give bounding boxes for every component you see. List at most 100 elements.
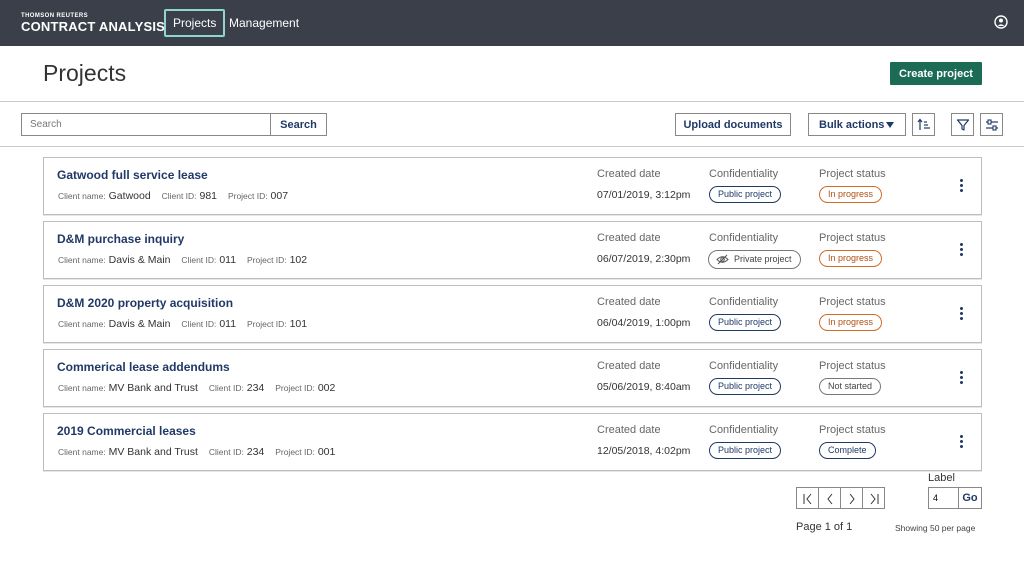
client-id-label: Client ID: [181, 319, 217, 329]
upload-documents-button[interactable]: Upload documents [675, 113, 791, 136]
client-name-label: Client name: [58, 255, 106, 265]
project-meta: Client name: Gatwood Client ID: 981 Proj… [58, 190, 288, 202]
confidentiality-label: Confidentiality [709, 168, 779, 180]
client-name-value: Davis & Main [108, 318, 171, 330]
project-id-label: Project ID: [275, 383, 315, 393]
project-card[interactable]: D&M purchase inquiry Client name: Davis … [43, 221, 982, 279]
project-status-label: Project status [819, 424, 886, 436]
project-status-label: Project status [819, 232, 886, 244]
client-id-label: Client ID: [181, 255, 217, 265]
project-status-label: Project status [819, 360, 886, 372]
nav-tab-projects[interactable]: Projects [164, 9, 226, 37]
more-options-icon[interactable] [958, 371, 964, 387]
brand-product: CONTRACT ANALYSIS [21, 19, 166, 34]
client-id-label: Client ID: [161, 191, 197, 201]
more-options-icon[interactable] [958, 435, 964, 451]
project-status-label: Project status [819, 168, 886, 180]
create-project-button[interactable]: Create project [890, 62, 982, 85]
project-meta: Client name: MV Bank and Trust Client ID… [58, 382, 335, 394]
more-options-icon[interactable] [958, 243, 964, 259]
project-meta: Client name: Davis & Main Client ID: 011… [58, 254, 307, 266]
created-date-value: 06/04/2019, 1:00pm [597, 317, 691, 329]
more-options-icon[interactable] [958, 179, 964, 195]
project-card[interactable]: D&M 2020 property acquisition Client nam… [43, 285, 982, 343]
client-name-label: Client name: [58, 447, 106, 457]
top-nav-bar: THOMSON REUTERS CONTRACT ANALYSIS Projec… [0, 0, 1024, 46]
last-page-button[interactable] [863, 488, 884, 508]
project-id-label: Project ID: [246, 319, 287, 329]
project-card[interactable]: Gatwood full service lease Client name: … [43, 157, 982, 215]
project-id-value: 007 [270, 190, 289, 202]
confidentiality-badge: Public project [709, 442, 782, 459]
confidentiality-badge: Public project [709, 314, 782, 331]
settings-sliders-icon [986, 119, 998, 131]
confidentiality-label: Confidentiality [709, 232, 779, 244]
eye-slash-icon [716, 254, 729, 265]
last-page-icon [870, 493, 879, 505]
go-button[interactable]: Go [958, 487, 982, 509]
project-id-label: Project ID: [227, 191, 268, 201]
project-status-label: Project status [819, 296, 886, 308]
nav-tab-management[interactable]: Management [220, 9, 308, 37]
filter-button[interactable] [951, 113, 974, 136]
created-date-label: Created date [597, 296, 661, 308]
confidentiality-label: Confidentiality [709, 424, 779, 436]
previous-page-button[interactable] [819, 488, 841, 508]
project-title[interactable]: 2019 Commercial leases [57, 424, 196, 438]
chevron-left-icon [827, 493, 833, 505]
user-account-icon[interactable] [994, 15, 1008, 29]
bulk-actions-dropdown[interactable]: Bulk actions [808, 113, 906, 136]
client-name-label: Client name: [58, 383, 106, 393]
sort-button[interactable] [912, 113, 935, 136]
client-name-label: Client name: [58, 191, 106, 201]
page-number-input[interactable] [928, 487, 959, 509]
confidentiality-badge: Private project [708, 250, 801, 269]
client-id-label: Client ID: [208, 447, 244, 457]
project-card[interactable]: 2019 Commercial leases Client name: MV B… [43, 413, 982, 471]
first-page-icon [803, 493, 812, 505]
project-id-label: Project ID: [275, 447, 315, 457]
project-meta: Client name: MV Bank and Trust Client ID… [58, 446, 335, 458]
project-title[interactable]: Gatwood full service lease [57, 168, 208, 182]
client-name-value: MV Bank and Trust [108, 446, 198, 458]
filter-icon [956, 119, 970, 131]
search-button[interactable]: Search [270, 113, 327, 136]
client-id-value: 011 [219, 254, 237, 266]
caret-down-icon [886, 122, 894, 128]
client-name-value: MV Bank and Trust [108, 382, 198, 394]
client-name-value: Gatwood [108, 190, 151, 202]
chevron-right-icon [849, 493, 855, 505]
bulk-actions-label: Bulk actions [819, 118, 885, 131]
client-id-value: 234 [246, 382, 265, 394]
project-meta: Client name: Davis & Main Client ID: 011… [58, 318, 307, 330]
project-title[interactable]: D&M purchase inquiry [57, 232, 184, 246]
created-date-value: 06/07/2019, 2:30pm [597, 253, 691, 265]
column-settings-button[interactable] [980, 113, 1003, 136]
status-badge: In progress [819, 314, 883, 331]
search-input[interactable] [21, 113, 271, 136]
confidentiality-text: Private project [734, 254, 792, 264]
created-date-label: Created date [597, 424, 661, 436]
status-badge: Not started [819, 378, 882, 395]
project-card[interactable]: Commerical lease addendums Client name: … [43, 349, 982, 407]
created-date-value: 12/05/2018, 4:02pm [597, 445, 691, 457]
pagination-controls [796, 487, 885, 509]
project-id-value: 102 [289, 254, 308, 266]
created-date-label: Created date [597, 232, 661, 244]
status-badge: Complete [819, 442, 876, 459]
client-name-label: Client name: [58, 319, 106, 329]
project-id-value: 002 [317, 382, 336, 394]
project-title[interactable]: D&M 2020 property acquisition [57, 296, 233, 310]
project-title[interactable]: Commerical lease addendums [57, 360, 230, 374]
brand-logo[interactable]: THOMSON REUTERS CONTRACT ANALYSIS [21, 13, 165, 34]
confidentiality-label: Confidentiality [709, 360, 779, 372]
created-date-label: Created date [597, 360, 661, 372]
next-page-button[interactable] [841, 488, 863, 508]
client-id-value: 234 [246, 446, 265, 458]
first-page-button[interactable] [797, 488, 819, 508]
confidentiality-label: Confidentiality [709, 296, 779, 308]
per-page-info: Showing 50 per page [895, 523, 976, 533]
created-date-label: Created date [597, 168, 661, 180]
client-id-label: Client ID: [208, 383, 244, 393]
more-options-icon[interactable] [958, 307, 964, 323]
